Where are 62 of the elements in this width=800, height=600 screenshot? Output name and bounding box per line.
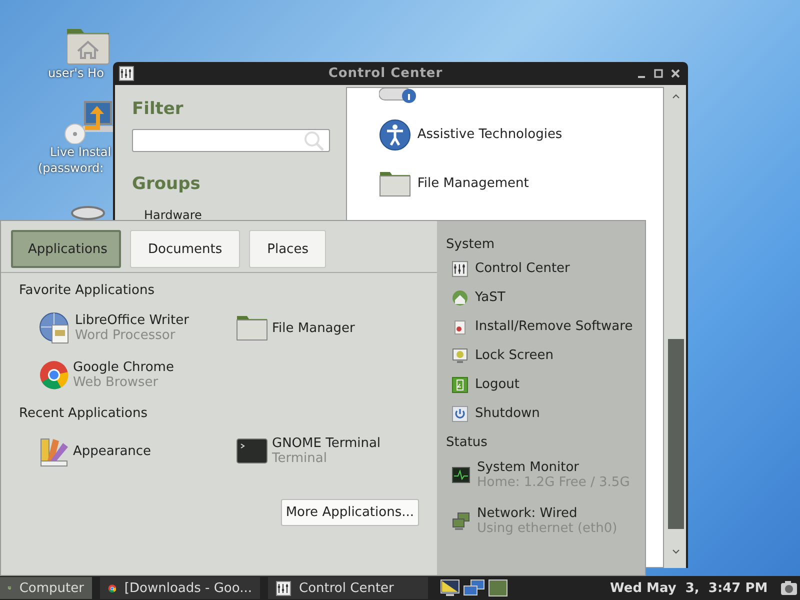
menu-item[interactable]: System Monitor: [477, 460, 630, 475]
computer-arrow-icon[interactable]: [63, 100, 113, 144]
scrollbar-thumb[interactable]: [668, 339, 684, 529]
section-heading: Recent Applications: [19, 406, 148, 421]
menu-item[interactable]: Install/Remove Software: [475, 319, 633, 334]
exit-door-icon[interactable]: [452, 376, 468, 392]
camera-icon[interactable]: [780, 580, 798, 596]
app-description: Terminal: [272, 451, 328, 466]
power-icon[interactable]: [452, 406, 468, 422]
menu-item[interactable]: Network: Wired: [477, 506, 618, 521]
network-computers-icon[interactable]: [463, 579, 485, 597]
menu-tab[interactable]: Documents: [130, 230, 240, 268]
app-name[interactable]: File Manager: [272, 320, 355, 336]
activity-monitor-icon[interactable]: [452, 467, 470, 483]
app-description: Word Processor: [75, 328, 176, 343]
section-heading: Favorite Applications: [19, 283, 156, 298]
terminal-icon[interactable]: [236, 438, 268, 464]
group-item[interactable]: Hardware: [144, 208, 346, 222]
control-panel-icon: [119, 66, 134, 81]
chrome-icon[interactable]: [39, 360, 69, 390]
workspace-icon[interactable]: [488, 579, 508, 597]
close-icon[interactable]: [671, 69, 680, 78]
window-title: Control Center: [327, 66, 444, 81]
monitor-lock-icon[interactable]: [452, 348, 468, 364]
clock[interactable]: Wed May 3, 3:47 PM: [610, 580, 768, 596]
control-panel-icon[interactable]: [452, 260, 468, 276]
folder-icon[interactable]: [236, 315, 268, 341]
taskbar-window-button[interactable]: Control Center: [268, 577, 428, 599]
menu-item[interactable]: Control Center: [475, 261, 570, 276]
computer-menu-button[interactable]: Computer: [0, 577, 92, 599]
groups-heading: Groups: [132, 174, 202, 194]
menu-tab[interactable]: Applications: [11, 230, 121, 268]
document-globe-icon[interactable]: [39, 312, 71, 344]
house-icon[interactable]: [452, 290, 468, 306]
filter-heading: Filter: [132, 99, 184, 119]
search-field[interactable]: [132, 129, 330, 152]
menu-item[interactable]: Logout: [475, 377, 520, 392]
section-heading: System: [446, 237, 496, 252]
menu-item[interactable]: Lock Screen: [475, 348, 554, 363]
app-name[interactable]: Appearance: [73, 444, 152, 458]
app-description: Web Browser: [73, 375, 160, 390]
search-icon: [303, 130, 325, 150]
scroll-down-icon[interactable]: [672, 549, 680, 555]
trash-icon[interactable]: [70, 205, 106, 221]
scroll-up-icon[interactable]: [672, 93, 680, 99]
app-name[interactable]: Google Chrome: [73, 360, 174, 375]
settings-item[interactable]: Assistive Technologies: [417, 127, 562, 142]
maximize-icon[interactable]: [654, 69, 663, 78]
app-name[interactable]: LibreOffice Writer: [75, 313, 189, 328]
section-heading: Status: [446, 435, 488, 450]
folder-icon[interactable]: [379, 170, 412, 196]
settings-item[interactable]: File Management: [417, 176, 529, 191]
menu-item[interactable]: Shutdown: [475, 406, 540, 421]
monitor-ruler-icon[interactable]: [440, 579, 460, 597]
menu-item[interactable]: YaST: [475, 290, 506, 305]
taskbar-window-button[interactable]: [Downloads - Goo...: [100, 577, 260, 599]
package-icon[interactable]: [452, 318, 468, 334]
control-panel-icon: [276, 580, 291, 596]
app-name[interactable]: GNOME Terminal: [272, 436, 381, 451]
more-applications-button[interactable]: More Applications...: [280, 499, 419, 526]
accessibility-icon[interactable]: [379, 118, 412, 150]
menu-tab[interactable]: Places: [249, 230, 326, 268]
